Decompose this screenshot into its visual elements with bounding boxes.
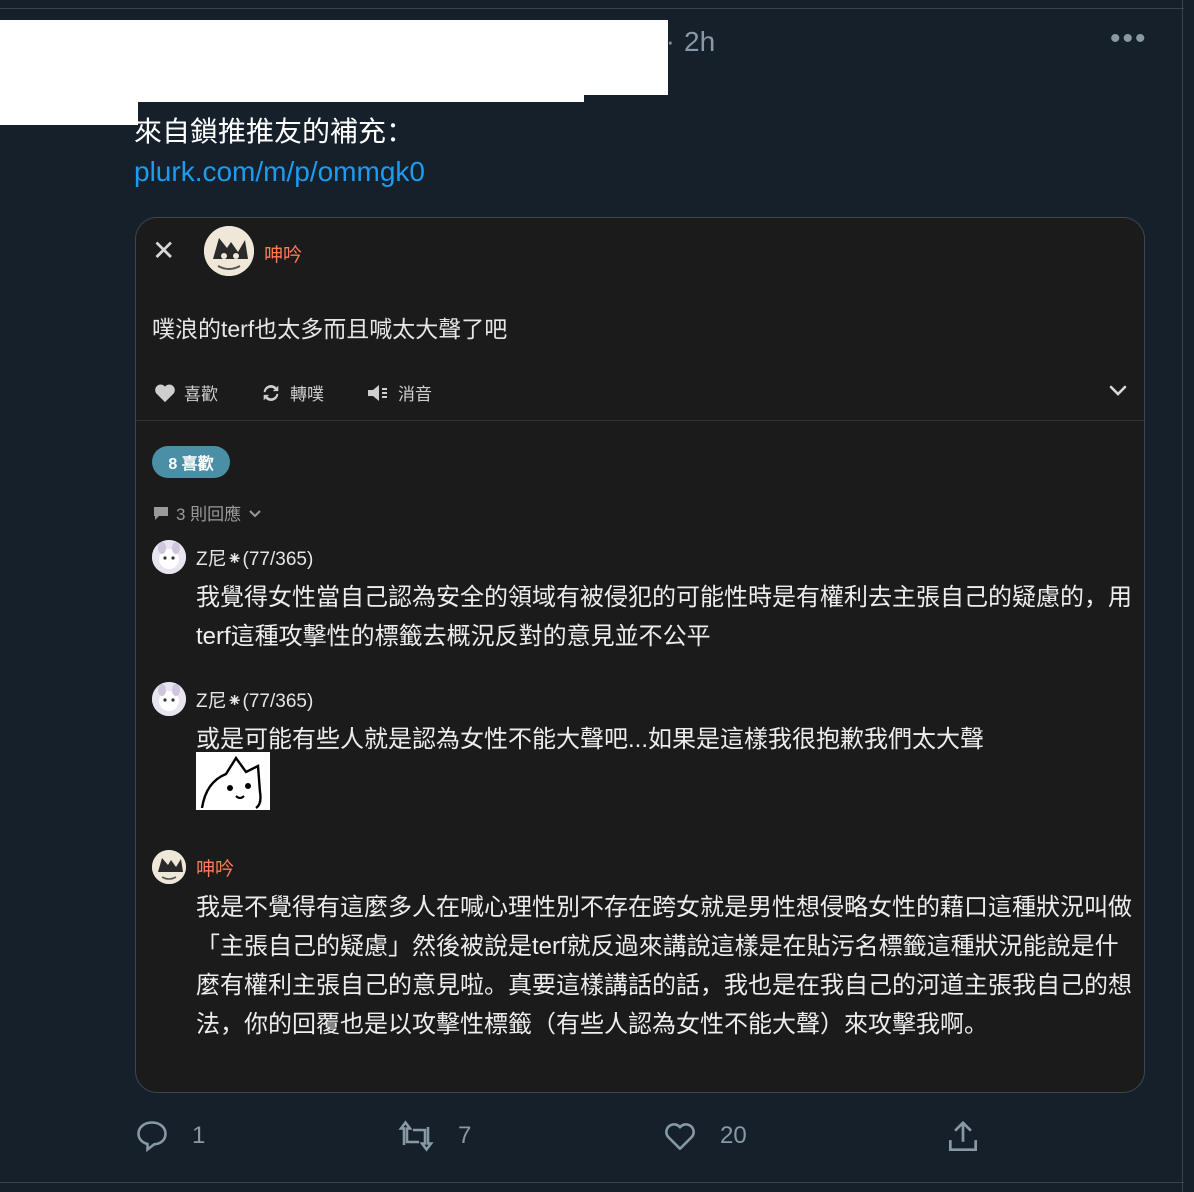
replurk-button[interactable]: 轉噗 bbox=[260, 380, 324, 405]
plurk-actions: 喜歡 轉噗 消音 bbox=[154, 380, 432, 405]
redaction-block bbox=[138, 95, 584, 102]
plurk-text: 噗浪的terf也太多而且喊太大聲了吧 bbox=[152, 316, 508, 342]
like-button[interactable]: 20 bbox=[662, 1118, 747, 1154]
likes-count-badge[interactable]: 8 喜歡 bbox=[152, 446, 230, 478]
divider bbox=[136, 420, 1144, 421]
avatar bbox=[152, 540, 186, 574]
more-options-icon[interactable]: ••• bbox=[1110, 22, 1148, 56]
plurk-author[interactable]: 呻吟 bbox=[264, 240, 302, 267]
retweet-count: 7 bbox=[458, 1122, 472, 1149]
heart-icon bbox=[155, 384, 175, 402]
reply-button[interactable]: 1 bbox=[134, 1118, 205, 1154]
avatar bbox=[152, 850, 186, 884]
avatar bbox=[204, 226, 254, 276]
replies-count-label: 3 則回應 bbox=[176, 505, 242, 524]
reply-text: 我是不覺得有這麼多人在喊心理性別不存在跨女就是男性想侵略女性的藉口這種狀況叫做「… bbox=[196, 894, 1132, 1038]
avatar bbox=[152, 682, 186, 716]
cat-sticker-image[interactable] bbox=[196, 752, 270, 810]
reply-author[interactable]: Z尼⁕(77/365) bbox=[196, 544, 313, 571]
reply-author[interactable]: 呻吟 bbox=[196, 854, 234, 881]
retweet-icon bbox=[398, 1120, 434, 1152]
retweet-button[interactable]: 7 bbox=[396, 1118, 471, 1154]
comment-icon bbox=[154, 506, 168, 520]
tweet-timestamp[interactable]: 2h bbox=[684, 26, 715, 58]
chevron-down-icon[interactable] bbox=[1106, 378, 1130, 402]
right-border bbox=[1182, 0, 1183, 1192]
share-icon bbox=[948, 1120, 978, 1152]
like-label: 喜歡 bbox=[184, 385, 218, 404]
reply-count: 1 bbox=[192, 1122, 206, 1149]
like-count: 20 bbox=[720, 1122, 747, 1149]
timestamp-separator: · bbox=[666, 26, 675, 56]
like-button[interactable]: 喜歡 bbox=[154, 380, 218, 405]
reply-icon bbox=[137, 1121, 167, 1153]
reply-text: 我覺得女性當自己認為安全的領域有被侵犯的可能性時是有權利去主張自己的疑慮的，用t… bbox=[196, 584, 1132, 650]
mute-button[interactable]: 消音 bbox=[366, 380, 432, 405]
tweet-link[interactable]: plurk.com/m/p/ommgk0 bbox=[134, 154, 425, 190]
chevron-down-icon bbox=[249, 509, 261, 517]
share-button[interactable] bbox=[944, 1118, 982, 1156]
tweet-text: 來自鎖推推友的補充： bbox=[134, 116, 415, 147]
plurk-screenshot-card[interactable]: ✕ 呻吟 噗浪的terf也太多而且喊太大聲了吧 喜歡 轉噗 消音 8 喜歡 3 … bbox=[135, 217, 1145, 1093]
reply-author[interactable]: Z尼⁕(77/365) bbox=[196, 686, 313, 713]
replurk-icon bbox=[263, 384, 279, 401]
speaker-icon bbox=[368, 384, 387, 401]
redaction-block bbox=[0, 20, 668, 95]
redaction-block bbox=[0, 95, 138, 125]
replies-count[interactable]: 3 則回應 bbox=[152, 500, 263, 525]
top-border bbox=[0, 8, 1184, 9]
bottom-border bbox=[0, 1182, 1184, 1183]
mute-label: 消音 bbox=[398, 385, 432, 404]
heart-icon bbox=[665, 1123, 695, 1151]
reply-text: 或是可能有些人就是認為女性不能大聲吧...如果是這樣我很抱歉我們太大聲 bbox=[196, 726, 985, 753]
replurk-label: 轉噗 bbox=[290, 385, 324, 404]
close-icon[interactable]: ✕ bbox=[152, 234, 175, 267]
tweet-action-bar: 1 7 20 bbox=[134, 1118, 1014, 1162]
